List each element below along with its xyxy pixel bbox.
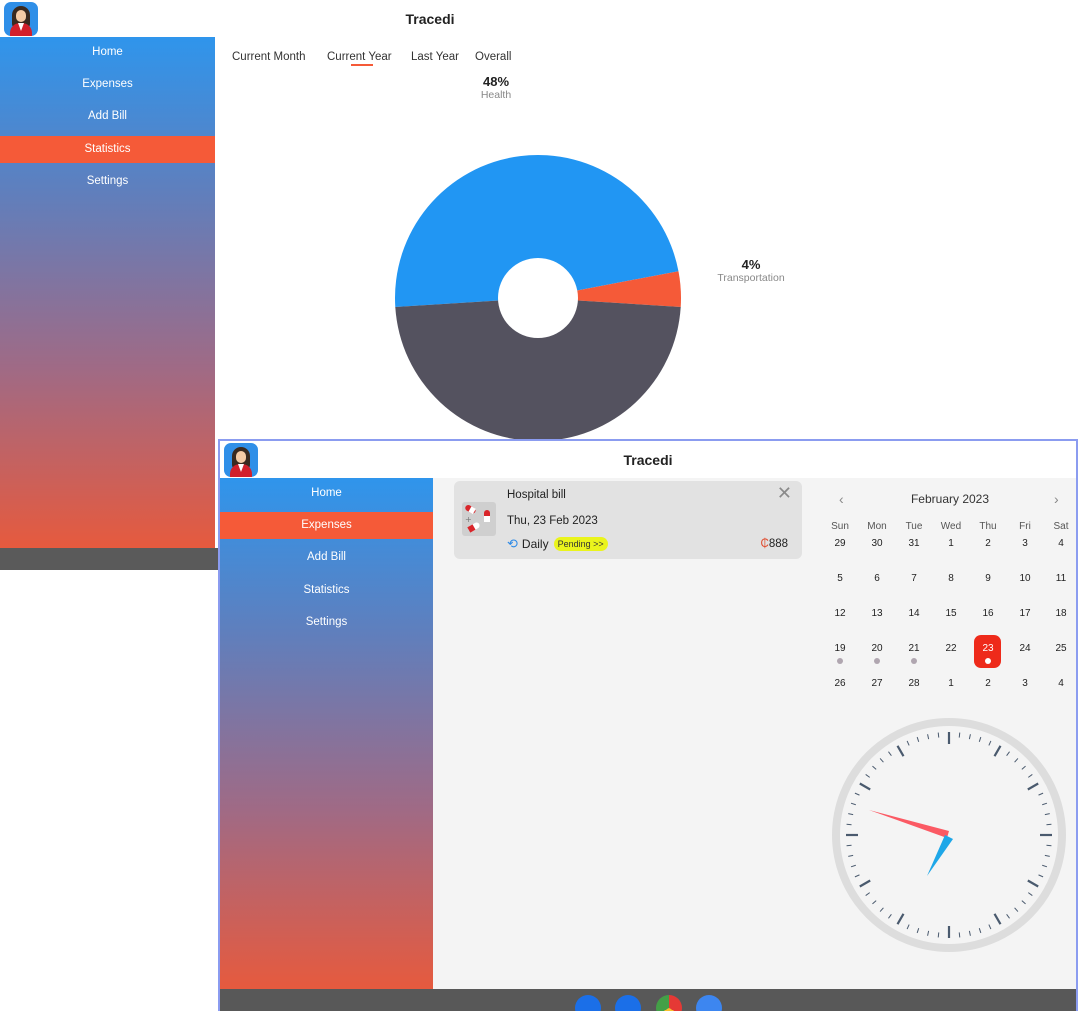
clock-tick — [958, 732, 961, 738]
messages-icon[interactable] — [615, 995, 641, 1011]
sidebar-item-statistics[interactable]: Statistics — [220, 577, 433, 604]
calendar-day[interactable]: 14 — [897, 608, 931, 619]
clock-face — [832, 718, 1066, 952]
clock-tick — [846, 823, 852, 826]
calendar-day[interactable]: 24 — [1008, 643, 1042, 654]
calendar-event-dot — [874, 658, 880, 664]
expenses-window: Tracedi Home Expenses Add Bill Statistic… — [218, 439, 1078, 1011]
clock-tick — [937, 732, 940, 738]
clock-tick — [1046, 844, 1052, 847]
chrome-icon[interactable] — [656, 995, 682, 1011]
calendar-day[interactable]: 30 — [860, 538, 894, 549]
phone-icon[interactable] — [575, 995, 601, 1011]
pills-icon: + — [462, 502, 496, 536]
sidebar-item-home[interactable]: Home — [220, 480, 433, 507]
calendar-day[interactable]: 31 — [897, 538, 931, 549]
calendar-day[interactable]: 12 — [823, 608, 857, 619]
calendar-day[interactable]: 9 — [971, 573, 1005, 584]
calendar-day[interactable]: 6 — [860, 573, 894, 584]
calendar-event-dot — [911, 658, 917, 664]
sidebar-item-settings[interactable]: Settings — [220, 609, 433, 636]
sidebar-item-expenses[interactable]: Expenses — [220, 512, 433, 539]
svg-text:+: + — [465, 515, 472, 524]
calendar-weekday: Tue — [905, 521, 923, 532]
repeat-icon: ⟲ — [507, 536, 518, 551]
calendar-day[interactable]: 19 — [823, 643, 857, 654]
bill-repeat: ⟲ Daily Pending >> — [507, 536, 608, 552]
camera-icon[interactable] — [696, 995, 722, 1011]
calendar-day[interactable]: 23 — [971, 643, 1005, 654]
clock-tick — [958, 932, 961, 938]
calendar-day[interactable]: 7 — [897, 573, 931, 584]
calendar-day[interactable]: 29 — [823, 538, 857, 549]
sidebar-item-add-bill[interactable]: Add Bill — [220, 544, 433, 571]
calendar-day[interactable]: 1 — [934, 678, 968, 689]
clock-tick — [937, 932, 940, 938]
calendar-weekday: Sat — [1053, 521, 1069, 532]
calendar-day[interactable]: 1 — [934, 538, 968, 549]
calendar-day[interactable]: 8 — [934, 573, 968, 584]
calendar-day[interactable]: 4 — [1044, 678, 1078, 689]
calendar-next-icon[interactable]: › — [1054, 491, 1059, 507]
calendar-day[interactable]: 2 — [971, 678, 1005, 689]
calendar-day[interactable]: 21 — [897, 643, 931, 654]
bottom-bar — [220, 989, 1076, 1011]
calendar-weekday: Wed — [940, 521, 962, 532]
calendar-day[interactable]: 10 — [1008, 573, 1042, 584]
calendar-day[interactable]: 5 — [823, 573, 857, 584]
calendar-event-dot — [985, 658, 991, 664]
calendar-day[interactable]: 25 — [1044, 643, 1078, 654]
app-avatar-icon[interactable] — [224, 443, 258, 477]
bill-title: Hospital bill — [507, 489, 566, 501]
clock-tick — [1046, 823, 1052, 826]
title-bar: Tracedi — [220, 441, 1076, 478]
calendar-day[interactable]: 15 — [934, 608, 968, 619]
app-title: Tracedi — [623, 452, 673, 468]
sidebar: Home Expenses Add Bill Statistics Settin… — [220, 478, 433, 989]
calendar-day[interactable]: 3 — [1008, 678, 1042, 689]
calendar-weekday: Fri — [1019, 521, 1031, 532]
bill-repeat-label: Daily — [521, 537, 549, 551]
calendar-weekday: Sun — [831, 521, 849, 532]
screen: Tracedi Home Expenses Add Bill Statistic… — [0, 0, 1078, 1011]
calendar-day[interactable]: 3 — [1008, 538, 1042, 549]
analog-clock — [832, 718, 1066, 952]
bill-card[interactable]: + Hospital bill Thu, 23 Feb 2023 ⟲ Daily P… — [454, 481, 802, 559]
calendar-day[interactable]: 18 — [1044, 608, 1078, 619]
calendar-day[interactable]: 20 — [860, 643, 894, 654]
calendar-month-title: February 2023 — [910, 492, 990, 506]
calendar-day[interactable]: 16 — [971, 608, 1005, 619]
bill-amount-value: 888 — [768, 538, 788, 550]
calendar-day[interactable]: 11 — [1044, 573, 1078, 584]
clock-tick — [846, 844, 852, 847]
calendar-day[interactable]: 13 — [860, 608, 894, 619]
calendar-day[interactable]: 28 — [897, 678, 931, 689]
calendar-day[interactable]: 2 — [971, 538, 1005, 549]
calendar-day[interactable]: 26 — [823, 678, 857, 689]
bill-amount: ₵888 — [761, 538, 789, 550]
status-badge[interactable]: Pending >> — [553, 537, 608, 551]
calendar-day[interactable]: 22 — [934, 643, 968, 654]
calendar-day[interactable]: 4 — [1044, 538, 1078, 549]
close-icon[interactable]: ✕ — [777, 483, 792, 504]
calendar-weekday: Thu — [979, 521, 997, 532]
calendar-event-dot — [837, 658, 843, 664]
currency-symbol: ₵ — [760, 538, 769, 550]
calendar-day[interactable]: 27 — [860, 678, 894, 689]
bill-date: Thu, 23 Feb 2023 — [507, 515, 598, 527]
calendar-day[interactable]: 17 — [1008, 608, 1042, 619]
pie-center-hole — [498, 258, 578, 338]
calendar-prev-icon[interactable]: ‹ — [839, 491, 844, 507]
calendar-weekday: Mon — [867, 521, 887, 532]
